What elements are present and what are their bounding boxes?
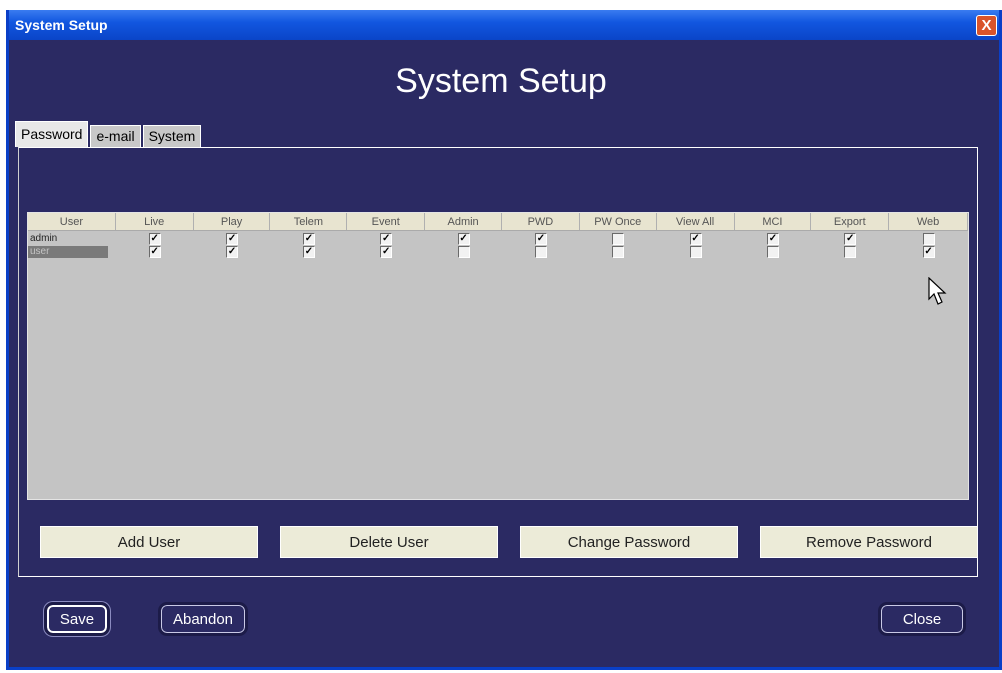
table-row-user[interactable]: user ✓ ✓ ✓ ✓ ✓ — [28, 246, 968, 258]
window-close-icon[interactable]: X — [976, 15, 997, 36]
save-button[interactable]: Save — [44, 602, 110, 636]
admin-view-all-checkbox[interactable]: ✓ — [689, 233, 702, 245]
close-button[interactable]: Close — [878, 602, 966, 636]
change-password-button[interactable]: Change Password — [520, 526, 738, 558]
mouse-pointer-icon — [928, 277, 947, 305]
user-event-checkbox[interactable]: ✓ — [380, 246, 393, 258]
admin-web-checkbox[interactable] — [922, 233, 935, 245]
user-pw-once-checkbox[interactable] — [612, 246, 625, 258]
user-play-checkbox[interactable]: ✓ — [226, 246, 239, 258]
user-name[interactable]: admin — [28, 233, 116, 245]
admin-event-checkbox[interactable]: ✓ — [380, 233, 393, 245]
table-row-admin[interactable]: admin ✓ ✓ ✓ ✓ ✓ ✓ ✓ ✓ ✓ — [28, 233, 968, 245]
column-header-admin[interactable]: Admin — [425, 213, 502, 230]
tab-email[interactable]: e-mail — [90, 125, 141, 147]
column-header-pw-once[interactable]: PW Once — [580, 213, 657, 230]
admin-admin-checkbox[interactable]: ✓ — [457, 233, 470, 245]
column-header-event[interactable]: Event — [347, 213, 426, 230]
column-header-user[interactable]: User — [28, 213, 116, 230]
delete-user-button[interactable]: Delete User — [280, 526, 498, 558]
user-admin-checkbox[interactable] — [457, 246, 470, 258]
admin-live-checkbox[interactable]: ✓ — [148, 233, 161, 245]
user-telem-checkbox[interactable]: ✓ — [302, 246, 315, 258]
column-header-web[interactable]: Web — [889, 213, 968, 230]
user-name[interactable]: user — [28, 246, 108, 258]
page-title: System Setup — [395, 62, 607, 100]
user-export-checkbox[interactable] — [844, 246, 857, 258]
column-header-telem[interactable]: Telem — [270, 213, 348, 230]
column-header-export[interactable]: Export — [811, 213, 890, 230]
add-user-button[interactable]: Add User — [40, 526, 258, 558]
user-web-checkbox[interactable]: ✓ — [922, 246, 935, 258]
admin-mci-checkbox[interactable]: ✓ — [766, 233, 779, 245]
user-permissions-table: User Live Play Telem Event Admin PWD PW … — [27, 212, 969, 500]
tab-password[interactable]: Password — [15, 121, 89, 147]
column-header-view-all[interactable]: View All — [657, 213, 735, 230]
column-header-pwd[interactable]: PWD — [502, 213, 580, 230]
user-pwd-checkbox[interactable] — [534, 246, 547, 258]
column-header-live[interactable]: Live — [116, 213, 194, 230]
user-live-checkbox[interactable]: ✓ — [148, 246, 161, 258]
table-header: User Live Play Telem Event Admin PWD PW … — [28, 213, 968, 231]
admin-telem-checkbox[interactable]: ✓ — [302, 233, 315, 245]
column-header-mci[interactable]: MCI — [735, 213, 812, 230]
abandon-button[interactable]: Abandon — [158, 602, 248, 636]
user-mci-checkbox[interactable] — [766, 246, 779, 258]
window-title: System Setup — [15, 17, 108, 33]
title-bar[interactable]: System Setup X — [9, 10, 999, 40]
admin-play-checkbox[interactable]: ✓ — [226, 233, 239, 245]
admin-pwd-checkbox[interactable]: ✓ — [534, 233, 547, 245]
password-panel: User Live Play Telem Event Admin PWD PW … — [18, 147, 978, 577]
remove-password-button[interactable]: Remove Password — [760, 526, 978, 558]
tab-system[interactable]: System — [142, 125, 202, 147]
column-header-play[interactable]: Play — [194, 213, 271, 230]
admin-pw-once-checkbox[interactable] — [612, 233, 625, 245]
admin-export-checkbox[interactable]: ✓ — [844, 233, 857, 245]
tab-bar: Password e-mail System — [15, 121, 203, 147]
user-view-all-checkbox[interactable] — [689, 246, 702, 258]
